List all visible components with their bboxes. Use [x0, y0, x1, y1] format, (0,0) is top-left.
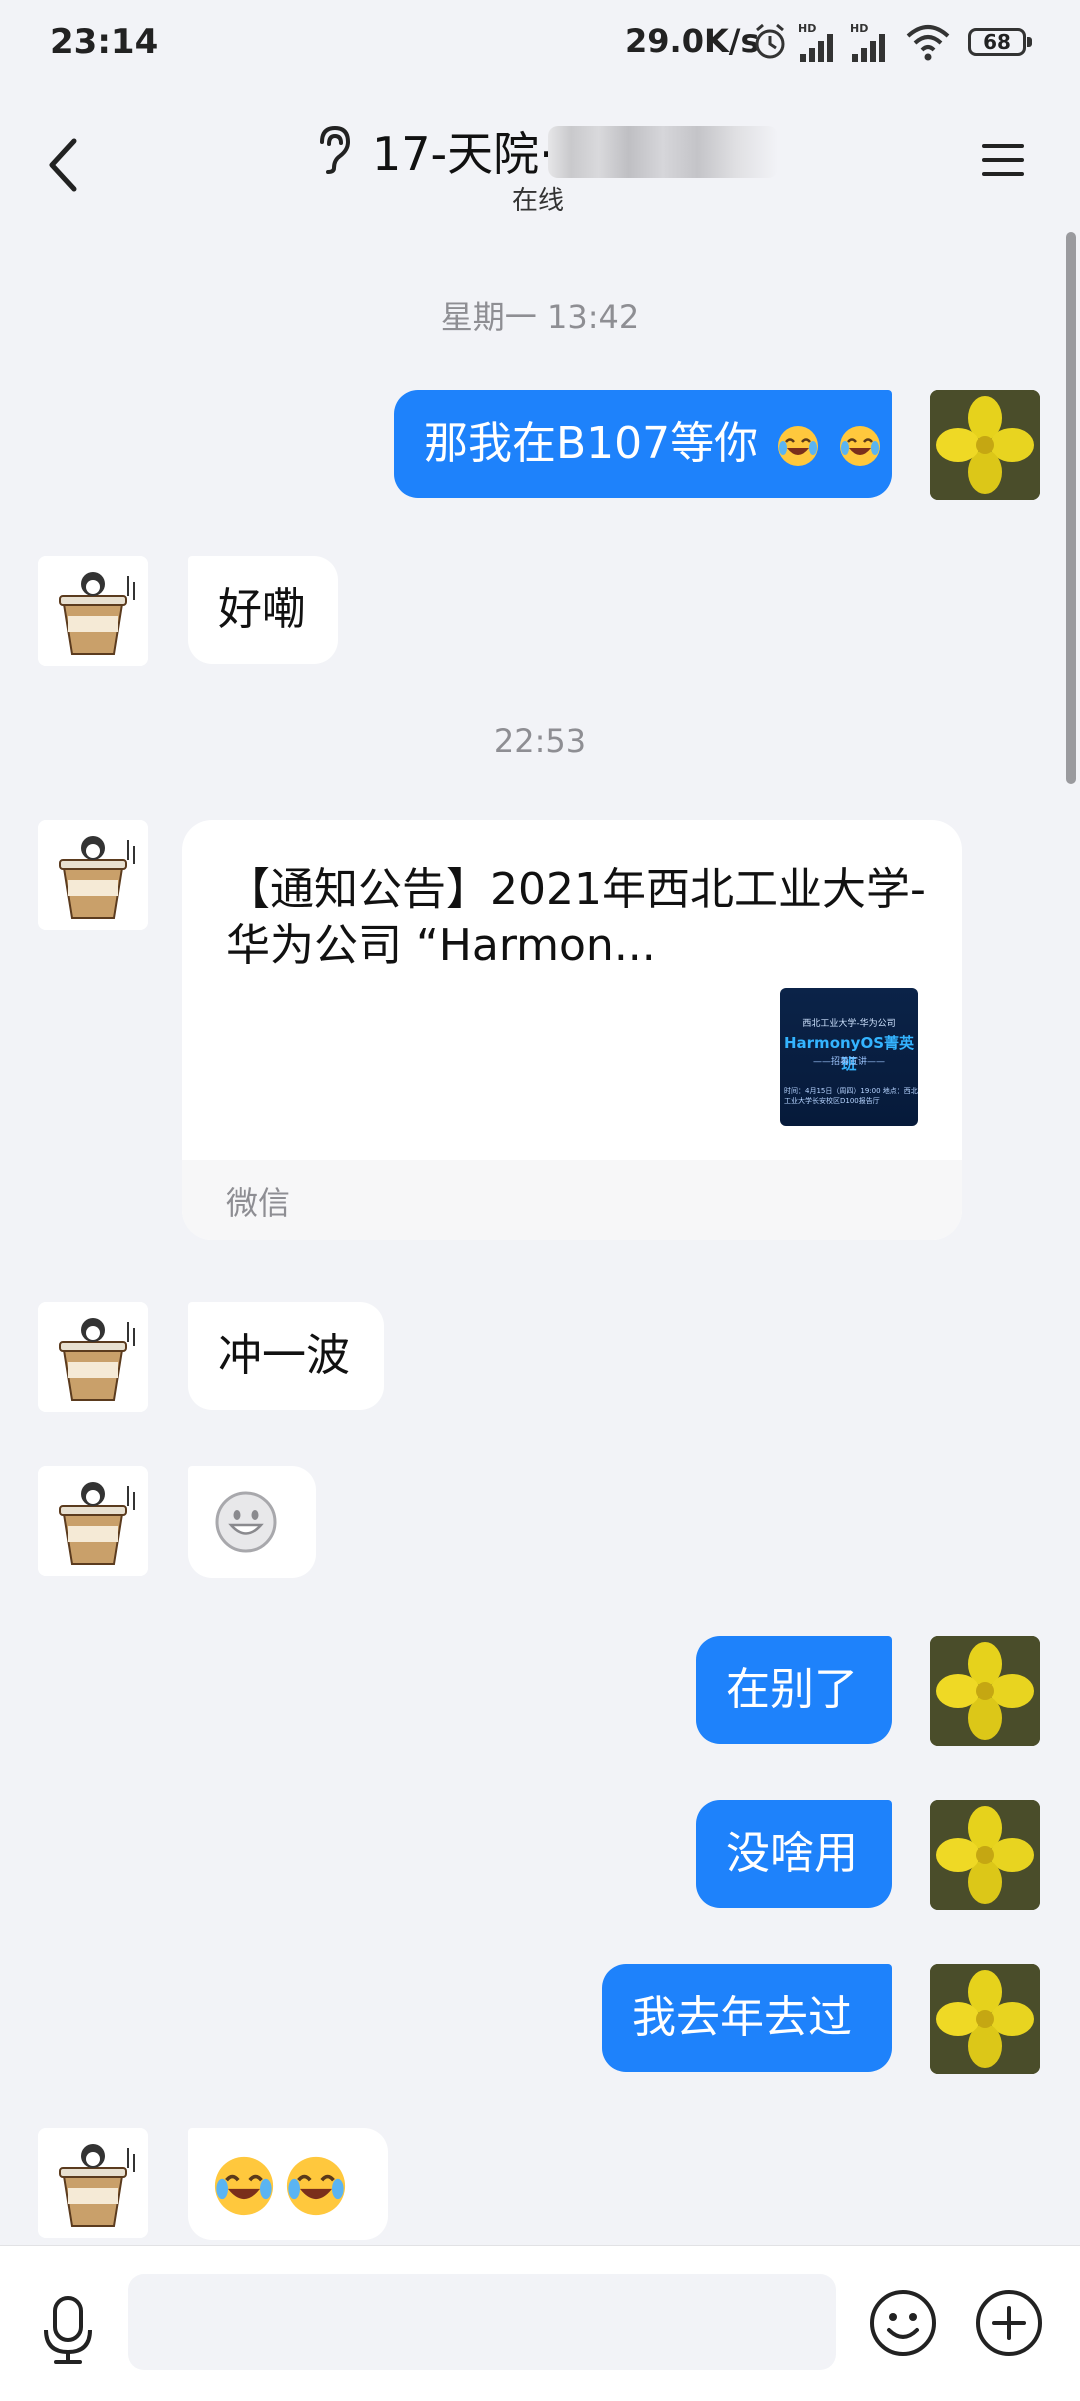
- presence-status: 在线: [512, 186, 565, 216]
- message-bubble-sent[interactable]: 那我在B107等你: [394, 390, 892, 498]
- flower-avatar-image: [930, 390, 1040, 500]
- emoji-icon[interactable]: [868, 2288, 938, 2358]
- add-icon[interactable]: [974, 2288, 1044, 2358]
- svg-text:HD: HD: [850, 22, 868, 35]
- contact-avatar[interactable]: [38, 820, 148, 930]
- contact-avatar[interactable]: [38, 2128, 148, 2238]
- chat-title: 17-天院·: [372, 127, 554, 181]
- laugh-cry-emoji-icon: [214, 2156, 274, 2216]
- message-bubble-received[interactable]: [188, 1466, 316, 1578]
- shared-article-card[interactable]: 【通知公告】2021年西北工业大学-华为公司 “Harmon... 西北工业大学…: [182, 820, 962, 1240]
- message-text: 没啥用: [726, 1828, 858, 1879]
- message-bubble-received[interactable]: 冲一波: [188, 1302, 384, 1410]
- coffee-cup-avatar-image: [38, 1466, 148, 1576]
- signal-icon: HD: [798, 22, 833, 62]
- menu-icon[interactable]: [980, 138, 1026, 182]
- laugh-cry-emoji-icon: [286, 2156, 346, 2216]
- contact-avatar[interactable]: [38, 1466, 148, 1576]
- coffee-cup-avatar-image: [38, 1302, 148, 1412]
- signal-icon-2: HD: [850, 22, 885, 62]
- wifi-icon: [906, 25, 950, 61]
- message-bubble-sent[interactable]: 没啥用: [696, 1800, 892, 1908]
- coffee-cup-avatar-image: [38, 820, 148, 930]
- coffee-cup-avatar-image: [38, 2128, 148, 2238]
- message-bubble-sent[interactable]: 在别了: [696, 1636, 892, 1744]
- message-bubble-received[interactable]: [188, 2128, 388, 2240]
- flower-avatar-image: [930, 1964, 1040, 2074]
- article-title: 【通知公告】2021年西北工业大学-华为公司 “Harmon...: [226, 864, 926, 971]
- back-icon[interactable]: [40, 135, 90, 195]
- message-text: 在别了: [726, 1664, 858, 1715]
- laugh-cry-emoji-icon: [778, 426, 819, 466]
- contact-avatar[interactable]: [38, 556, 148, 666]
- article-thumbnail: 西北工业大学-华为公司 HarmonyOS菁英班 ——招募宣讲—— 时间：4月1…: [780, 988, 918, 1126]
- my-avatar[interactable]: [930, 390, 1040, 500]
- message-text: 那我在B107等你: [424, 418, 759, 469]
- ear-mode-icon[interactable]: [310, 122, 356, 176]
- redacted-name: [548, 126, 778, 178]
- my-avatar[interactable]: [930, 1964, 1040, 2074]
- thumbnail-text: 时间：4月15日（周四）19:00 地点：西北工业大学长安校区D100报告厅: [784, 1087, 918, 1105]
- message-text: 冲一波: [218, 1330, 350, 1381]
- message-bubble-received[interactable]: 好嘞: [188, 556, 338, 664]
- network-speed: 29.0K/s: [625, 22, 760, 60]
- my-avatar[interactable]: [930, 1800, 1040, 1910]
- timestamp: 星期一 13:42: [440, 298, 640, 336]
- battery-indicator: 68: [968, 28, 1032, 56]
- flower-avatar-image: [930, 1800, 1040, 1910]
- my-avatar[interactable]: [930, 1636, 1040, 1746]
- message-text: 我去年去过: [632, 1992, 852, 2043]
- card-source: 微信: [226, 1184, 291, 1222]
- message-bubble-sent[interactable]: 我去年去过: [602, 1964, 892, 2072]
- thumbnail-text: ——招募宣讲——: [812, 1057, 885, 1067]
- message-input[interactable]: [128, 2274, 836, 2370]
- card-source-bar: 微信: [182, 1160, 962, 1240]
- input-bar: [0, 2245, 1080, 2401]
- thumbnail-text: 西北工业大学-华为公司: [802, 1019, 896, 1029]
- svg-text:HD: HD: [798, 22, 816, 35]
- alarm-icon: [755, 23, 785, 59]
- thumbnail-text: HarmonyOS菁英班: [783, 1034, 915, 1073]
- microphone-icon[interactable]: [38, 2294, 98, 2366]
- message-text: 好嘞: [218, 584, 306, 635]
- contact-avatar[interactable]: [38, 1302, 148, 1412]
- coffee-cup-avatar-image: [38, 556, 148, 666]
- laugh-cry-emoji-icon: [840, 426, 881, 466]
- flower-avatar-image: [930, 1636, 1040, 1746]
- status-time: 23:14: [50, 22, 159, 62]
- timestamp: 22:53: [493, 722, 587, 760]
- grin-emoji-icon: [215, 1491, 277, 1553]
- chat-header: 17-天院· 在线: [0, 90, 1080, 230]
- status-bar: 23:14 29.0K/s HD HD 68: [0, 0, 1080, 90]
